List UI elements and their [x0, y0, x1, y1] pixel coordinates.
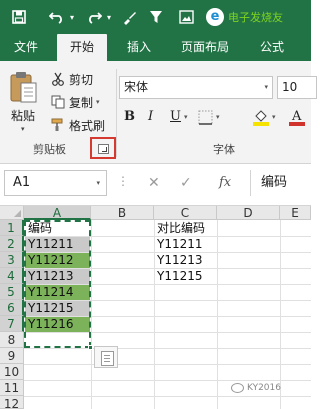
- logo-text: 电子发烧友: [228, 11, 283, 24]
- redo-icon[interactable]: [85, 6, 103, 28]
- paste-icon: [10, 72, 37, 103]
- underline-button[interactable]: U: [170, 108, 181, 126]
- column-header-b[interactable]: B: [91, 206, 154, 220]
- gridline: [24, 348, 311, 349]
- fill-color-button[interactable]: [253, 108, 269, 126]
- redo-dropdown-icon[interactable]: ▾: [105, 6, 113, 28]
- border-dropdown-icon[interactable]: ▾: [216, 108, 220, 126]
- tab-insert[interactable]: 插入: [116, 34, 162, 61]
- cut-button[interactable]: 剪切: [50, 70, 93, 88]
- paste-label: 粘贴: [11, 109, 36, 123]
- clipboard-group-label: 剪贴板: [33, 143, 66, 156]
- save-icon[interactable]: [10, 6, 28, 28]
- row-header-2[interactable]: 2: [0, 236, 24, 252]
- paste-button[interactable]: 粘贴 ▾: [9, 71, 41, 133]
- font-name-value: 宋体: [124, 80, 149, 94]
- column-header-e[interactable]: E: [280, 206, 311, 220]
- filter-icon[interactable]: [148, 6, 164, 28]
- cell-c2[interactable]: Y11211: [154, 237, 217, 252]
- paste-options-icon[interactable]: [94, 346, 118, 368]
- border-button[interactable]: [198, 108, 213, 126]
- name-box-dropdown-icon[interactable]: ▾: [96, 171, 100, 195]
- row-header-8[interactable]: 8: [0, 332, 24, 348]
- footer-watermark-text: KY2016: [247, 383, 281, 393]
- enter-icon[interactable]: ✓: [180, 171, 192, 195]
- footer-watermark: KY2016: [231, 383, 281, 393]
- row-header-9[interactable]: 9: [0, 348, 24, 364]
- row-header-1[interactable]: 1: [0, 220, 24, 236]
- copy-button[interactable]: 复制 ▾: [50, 93, 100, 111]
- ribbon-tab-bar: 文件 开始 插入 页面布局 公式: [0, 34, 311, 61]
- column-header-a[interactable]: A: [24, 206, 91, 220]
- formula-bar: A1 ▾ ⋮ ✕ ✓ fx 编码: [0, 164, 311, 206]
- title-bar: ▾ ▾ e 电子发烧友: [0, 0, 311, 34]
- fill-color-dropdown-icon[interactable]: ▾: [272, 108, 276, 126]
- row-header-11[interactable]: 11: [0, 380, 24, 396]
- select-all-corner[interactable]: [0, 206, 24, 220]
- column-header-d[interactable]: D: [217, 206, 280, 220]
- tab-home[interactable]: 开始: [57, 34, 107, 61]
- formula-bar-grip-icon[interactable]: ⋮: [117, 174, 129, 188]
- row-header-10[interactable]: 10: [0, 364, 24, 380]
- brush-icon[interactable]: [120, 6, 138, 28]
- svg-text:A: A: [291, 109, 302, 124]
- wechat-icon: [231, 383, 244, 393]
- copy-label: 复制: [69, 95, 94, 110]
- undo-icon[interactable]: [48, 6, 66, 28]
- row-header-12[interactable]: 12: [0, 396, 24, 409]
- tab-formulas[interactable]: 公式: [250, 34, 294, 61]
- font-color-icon: A: [289, 109, 305, 126]
- font-size-value: 10: [282, 80, 298, 94]
- row-header-4[interactable]: 4: [0, 268, 24, 284]
- fill-color-icon: [253, 110, 269, 126]
- gridline: [24, 364, 311, 365]
- insert-function-button[interactable]: fx: [219, 171, 231, 195]
- font-name-dropdown-icon[interactable]: ▾: [264, 77, 268, 98]
- format-painter-button[interactable]: 格式刷: [50, 116, 105, 134]
- tab-file[interactable]: 文件: [6, 34, 46, 61]
- name-box-value: A1: [13, 175, 31, 190]
- cell-c1[interactable]: 对比编码: [154, 221, 217, 236]
- font-group-label: 字体: [213, 143, 235, 156]
- name-box[interactable]: A1 ▾: [4, 170, 107, 196]
- border-icon: [198, 110, 213, 125]
- cut-label: 剪切: [69, 72, 94, 87]
- format-painter-label: 格式刷: [69, 118, 106, 133]
- worksheet-grid[interactable]: A B C D E 1 2 3 4 5 6 7 8 9 10 11 12 编码 …: [0, 206, 311, 409]
- font-name-select[interactable]: 宋体 ▾: [119, 76, 273, 99]
- paste-dropdown-icon[interactable]: ▾: [21, 125, 25, 133]
- logo-mark-icon: e: [206, 8, 224, 26]
- cell-c4[interactable]: Y11215: [154, 269, 217, 284]
- dialog-launcher-icon[interactable]: [98, 144, 109, 154]
- undo-dropdown-icon[interactable]: ▾: [68, 6, 76, 28]
- scissors-icon: [50, 71, 66, 87]
- cell-c3[interactable]: Y11213: [154, 253, 217, 268]
- fill-handle[interactable]: [88, 345, 93, 350]
- bold-button[interactable]: B: [124, 108, 135, 126]
- gridline: [24, 380, 311, 381]
- row-header-6[interactable]: 6: [0, 300, 24, 316]
- font-size-select[interactable]: 10: [277, 76, 317, 99]
- formula-input[interactable]: 编码: [250, 170, 311, 196]
- row-header-3[interactable]: 3: [0, 252, 24, 268]
- underline-dropdown-icon[interactable]: ▾: [184, 108, 188, 126]
- row-header-7[interactable]: 7: [0, 316, 24, 332]
- copy-marquee: [24, 220, 91, 348]
- cancel-icon[interactable]: ✕: [148, 171, 160, 195]
- group-separator: [116, 69, 117, 157]
- row-header-5[interactable]: 5: [0, 284, 24, 300]
- column-header-c[interactable]: C: [154, 206, 217, 220]
- site-logo: e 电子发烧友: [206, 8, 283, 26]
- tab-page-layout[interactable]: 页面布局: [170, 34, 240, 61]
- gridline: [24, 396, 311, 397]
- font-color-button[interactable]: A: [289, 108, 305, 126]
- copy-dropdown-icon[interactable]: ▾: [96, 98, 100, 106]
- italic-button[interactable]: I: [148, 108, 153, 126]
- image-icon[interactable]: [177, 6, 195, 28]
- format-painter-icon: [50, 117, 66, 133]
- copy-icon: [50, 94, 66, 110]
